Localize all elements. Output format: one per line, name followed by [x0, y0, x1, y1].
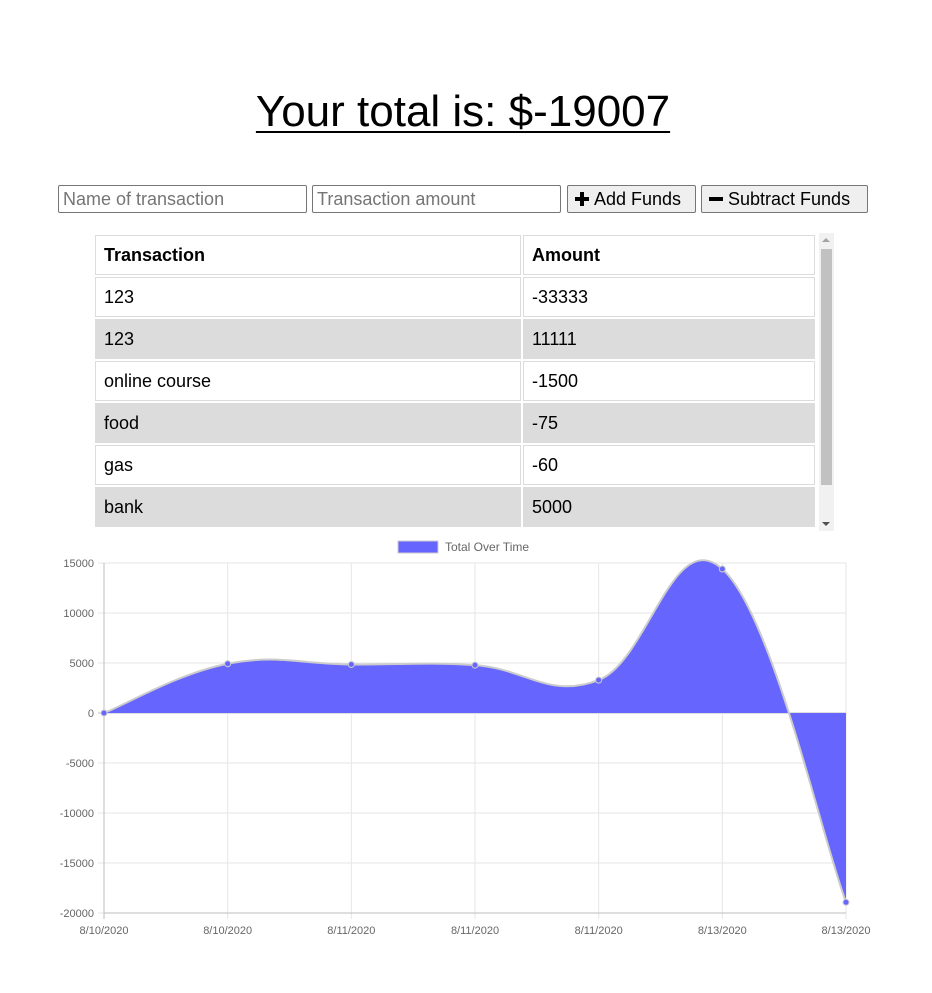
transaction-amount: 5000 — [523, 487, 815, 527]
transaction-amount: -1500 — [523, 361, 815, 401]
data-point — [347, 660, 355, 668]
data-point — [595, 676, 603, 684]
y-tick-label: -5000 — [66, 758, 94, 770]
subtract-funds-button[interactable]: Subtract Funds — [701, 185, 868, 213]
add-funds-label: Add Funds — [594, 188, 682, 209]
y-tick-label: 10000 — [63, 608, 94, 620]
total-text: Your total is: $-19007 — [255, 87, 671, 136]
transaction-name: 123 — [95, 319, 521, 359]
y-tick-label: 15000 — [63, 558, 94, 570]
transactions-table-container[interactable]: Transaction Amount 123 -33333 123 11111 on… — [93, 233, 834, 531]
data-point — [842, 898, 850, 906]
x-tick-label: 8/13/2020 — [822, 925, 871, 937]
total-heading: Your total is: $-19007 — [0, 86, 926, 138]
header-transaction: Transaction — [95, 235, 521, 275]
minus-icon — [709, 192, 723, 206]
data-point — [471, 661, 479, 669]
data-point — [718, 565, 726, 573]
transaction-name: bank — [95, 487, 521, 527]
plus-icon — [575, 192, 589, 206]
x-tick-label: 8/11/2020 — [451, 925, 499, 937]
table-scrollbar[interactable] — [819, 233, 834, 531]
transaction-amount-input[interactable] — [312, 185, 561, 213]
table-row: food -75 — [95, 403, 815, 443]
y-tick-label: -15000 — [60, 858, 94, 870]
y-tick-label: 5000 — [70, 658, 94, 670]
transactions-table: Transaction Amount 123 -33333 123 11111 on… — [93, 233, 817, 529]
transaction-amount: -75 — [523, 403, 815, 443]
scrollbar-thumb[interactable] — [821, 249, 832, 485]
table-row: online course -1500 — [95, 361, 815, 401]
table-row: 123 11111 — [95, 319, 815, 359]
table-row: gas -60 — [95, 445, 815, 485]
x-tick-label: 8/13/2020 — [698, 925, 747, 937]
subtract-funds-label: Subtract Funds — [728, 188, 851, 209]
header-amount: Amount — [523, 235, 815, 275]
x-tick-label: 8/11/2020 — [327, 925, 375, 937]
add-funds-button[interactable]: Add Funds — [567, 185, 696, 213]
y-tick-label: -10000 — [60, 808, 94, 820]
transaction-amount: -33333 — [523, 277, 815, 317]
transaction-name: food — [95, 403, 521, 443]
legend-label: Total Over Time — [445, 540, 529, 554]
legend-swatch — [397, 540, 439, 554]
transaction-amount: -60 — [523, 445, 815, 485]
scroll-down-arrow-icon[interactable] — [822, 522, 830, 526]
table-header-row: Transaction Amount — [95, 235, 815, 275]
total-over-time-chart: 15000 10000 5000 0 -5000 -10000 -15000 -20000 8/… — [60, 540, 871, 937]
transaction-name: 123 — [95, 277, 521, 317]
transaction-amount: 11111 — [523, 319, 815, 359]
data-point — [224, 660, 232, 668]
x-tick-label: 8/10/2020 — [80, 925, 129, 937]
transaction-name: online course — [95, 361, 521, 401]
transaction-name-input[interactable] — [58, 185, 307, 213]
x-tick-label: 8/11/2020 — [575, 925, 623, 937]
x-tick-label: 8/10/2020 — [203, 925, 252, 937]
data-point — [100, 709, 108, 717]
scroll-up-arrow-icon[interactable] — [822, 238, 830, 242]
transaction-name: gas — [95, 445, 521, 485]
table-row: 123 -33333 — [95, 277, 815, 317]
y-tick-label: 0 — [88, 708, 94, 720]
y-tick-label: -20000 — [60, 908, 94, 920]
table-row: bank 5000 — [95, 487, 815, 527]
